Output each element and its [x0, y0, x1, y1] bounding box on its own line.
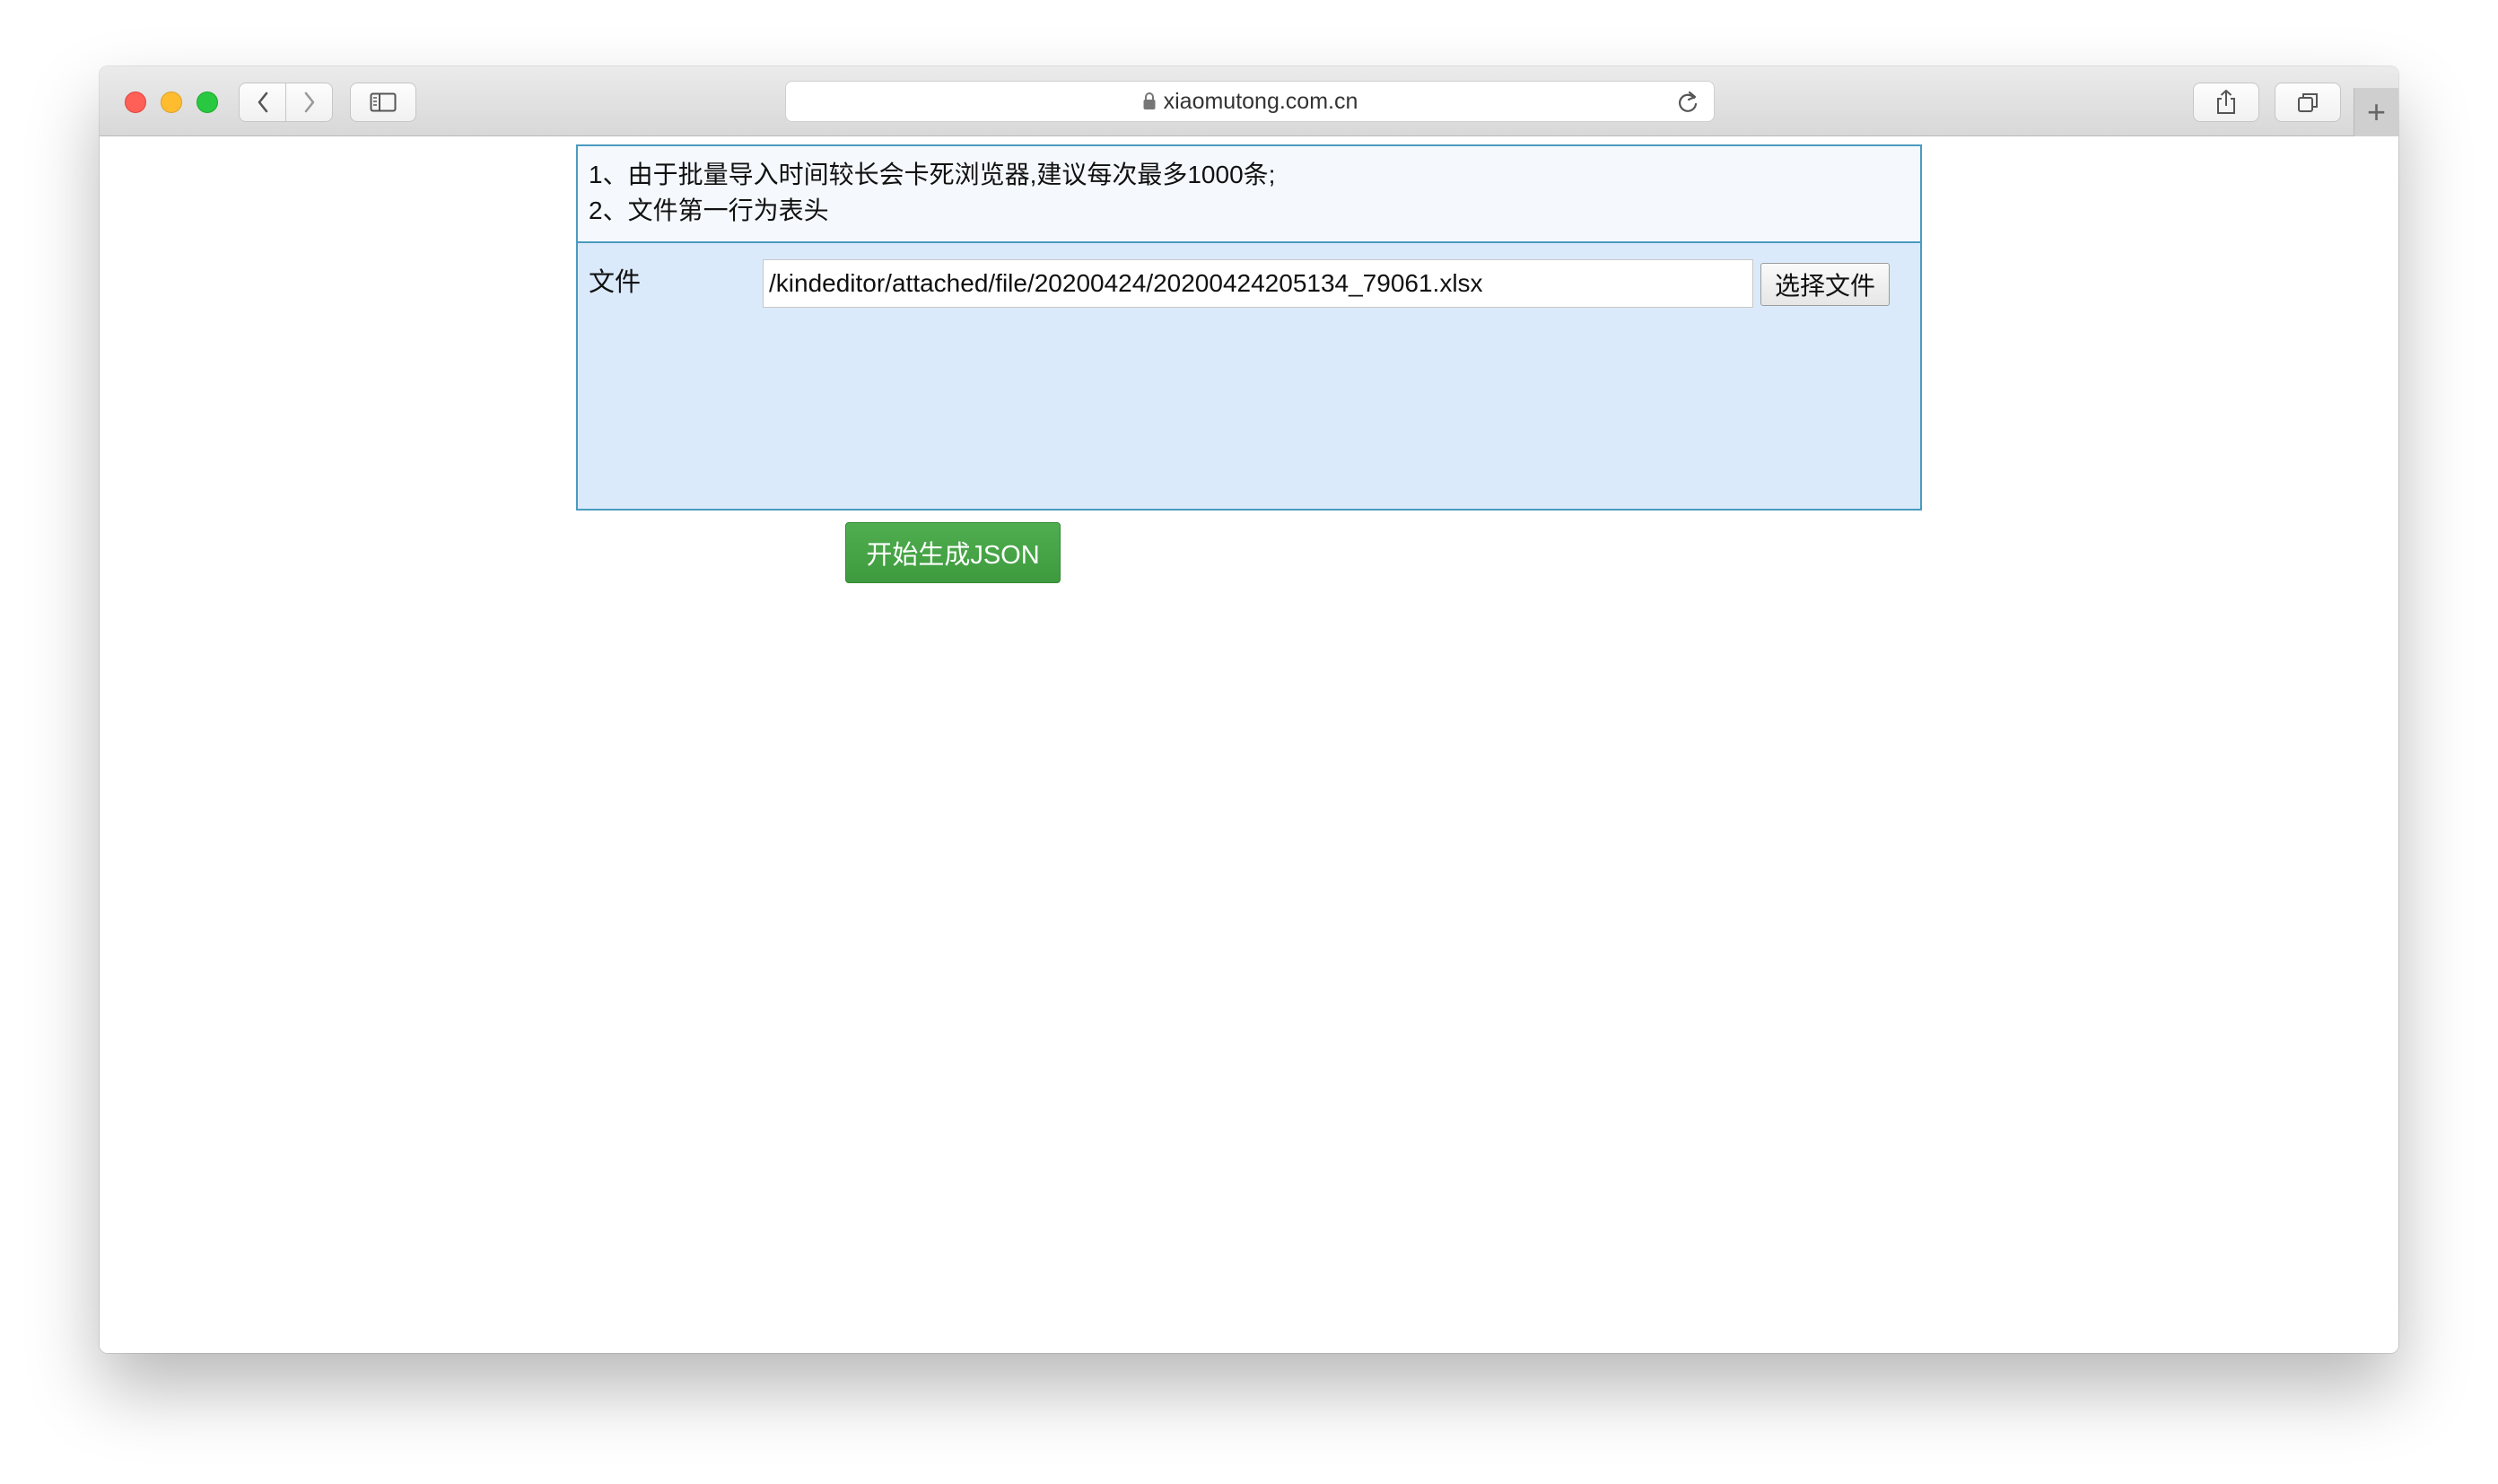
sidebar-icon — [370, 92, 397, 112]
address-bar[interactable]: xiaomutong.com.cn — [785, 81, 1715, 122]
import-panel: 1、由于批量导入时间较长会卡死浏览器,建议每次最多1000条; 2、文件第一行为… — [576, 144, 1922, 511]
plus-icon: + — [2366, 93, 2387, 130]
chevron-left-icon — [258, 92, 267, 113]
new-tab-button[interactable]: + — [2354, 88, 2398, 136]
file-row: 文件 /kindeditor/attached/file/20200424/20… — [578, 243, 1920, 509]
choose-file-button[interactable]: 选择文件 — [1760, 263, 1890, 306]
browser-window: xiaomutong.com.cn + 1、由于批量导入时间较长会卡死浏览器,建… — [100, 66, 2398, 1353]
file-path-input[interactable]: /kindeditor/attached/file/20200424/20200… — [763, 259, 1753, 308]
maximize-window-button[interactable] — [197, 92, 218, 113]
close-window-button[interactable] — [125, 92, 146, 113]
back-button[interactable] — [239, 83, 285, 122]
share-button[interactable] — [2193, 83, 2259, 122]
note-line-2: 2、文件第一行为表头 — [589, 196, 829, 224]
generate-json-button[interactable]: 开始生成JSON — [845, 522, 1061, 583]
reload-icon[interactable] — [1676, 90, 1699, 115]
import-notes: 1、由于批量导入时间较长会卡死浏览器,建议每次最多1000条; 2、文件第一行为… — [578, 146, 1920, 243]
desktop: xiaomutong.com.cn + 1、由于批量导入时间较长会卡死浏览器,建… — [0, 0, 2498, 1484]
tab-overview-button[interactable] — [2275, 83, 2341, 122]
minimize-window-button[interactable] — [161, 92, 182, 113]
lock-icon — [1143, 92, 1156, 109]
navigation-buttons — [239, 83, 333, 122]
sidebar-toggle-button[interactable] — [350, 83, 416, 122]
url-text: xiaomutong.com.cn — [1163, 88, 1358, 114]
note-line-1: 1、由于批量导入时间较长会卡死浏览器,建议每次最多1000条; — [589, 161, 1276, 188]
page-content: 1、由于批量导入时间较长会卡死浏览器,建议每次最多1000条; 2、文件第一行为… — [100, 136, 2398, 1353]
share-icon — [2217, 90, 2235, 114]
tabs-icon — [2298, 93, 2318, 112]
chevron-right-icon — [304, 92, 314, 113]
forward-button[interactable] — [285, 83, 333, 122]
browser-toolbar: xiaomutong.com.cn + — [100, 66, 2398, 136]
file-label: 文件 — [589, 268, 642, 297]
